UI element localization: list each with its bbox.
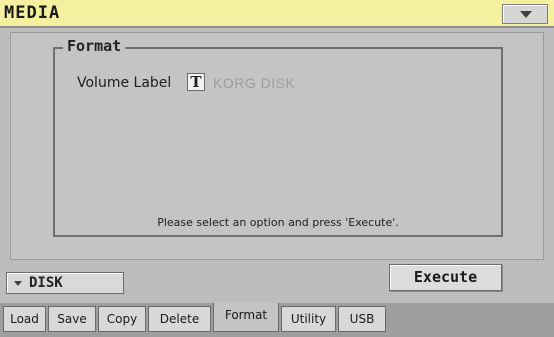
tab-copy[interactable]: Copy bbox=[98, 306, 146, 332]
tab-bar: Load Save Copy Delete Format Utility USB bbox=[0, 303, 554, 337]
group-title: Format bbox=[63, 37, 126, 55]
page-title: MEDIA bbox=[4, 3, 61, 23]
format-panel: Format Volume Label T KORG DISK Please s… bbox=[10, 32, 544, 260]
format-group: Format Volume Label T KORG DISK Please s… bbox=[53, 37, 503, 237]
tab-utility[interactable]: Utility bbox=[281, 306, 336, 332]
tab-load[interactable]: Load bbox=[3, 306, 46, 332]
tab-save[interactable]: Save bbox=[48, 306, 96, 332]
page-menu-button[interactable] bbox=[502, 4, 548, 24]
execute-button[interactable]: Execute bbox=[389, 264, 502, 291]
triangle-down-icon bbox=[14, 281, 22, 286]
status-message: Please select an option and press 'Execu… bbox=[157, 216, 399, 229]
triangle-down-icon bbox=[520, 11, 532, 18]
tab-usb[interactable]: USB bbox=[338, 306, 386, 332]
device-select-label: DISK bbox=[29, 275, 63, 291]
text-edit-icon[interactable]: T bbox=[187, 73, 205, 91]
volume-label-caption: Volume Label bbox=[77, 75, 172, 91]
page-header: MEDIA bbox=[0, 0, 554, 28]
tab-delete[interactable]: Delete bbox=[148, 306, 211, 332]
device-select-button[interactable]: DISK bbox=[6, 272, 124, 294]
tab-format[interactable]: Format bbox=[213, 303, 279, 332]
media-page: MEDIA Format Volume Label T KORG DISK Pl… bbox=[0, 0, 554, 337]
volume-label-field[interactable]: KORG DISK bbox=[213, 75, 295, 91]
